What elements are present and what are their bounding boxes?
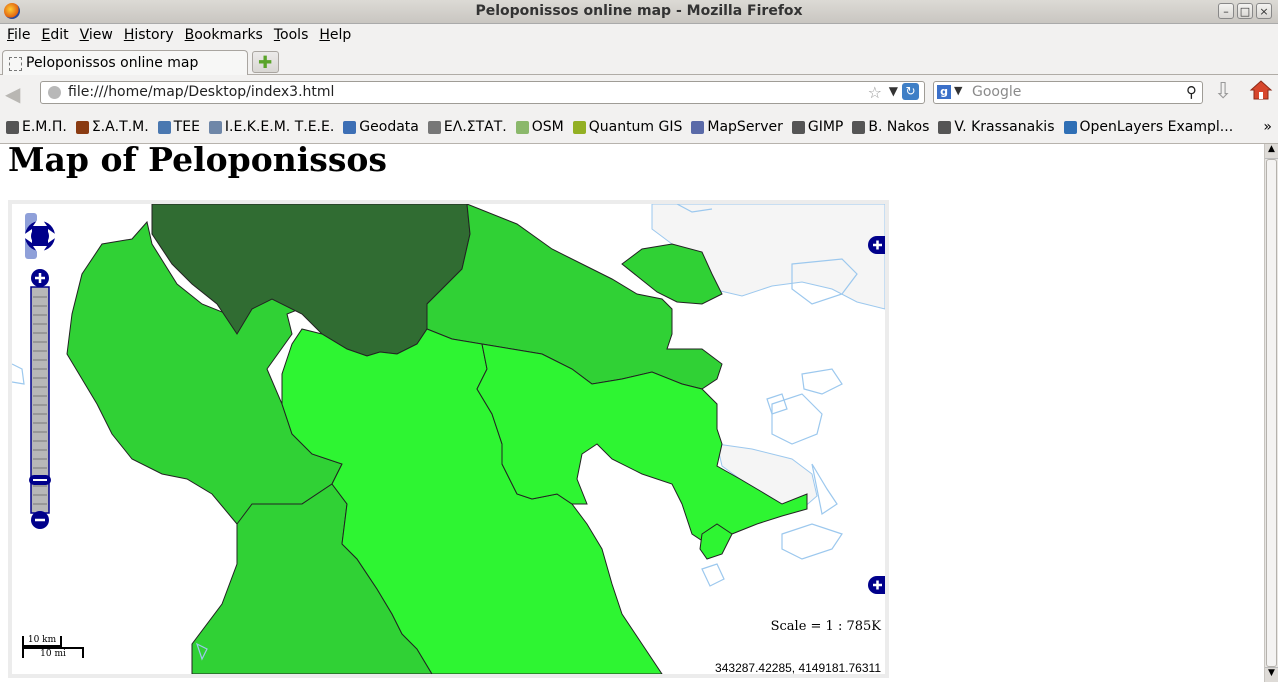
gimp-icon — [791, 120, 805, 134]
pan-zoom-bar[interactable] — [21, 212, 61, 532]
bookmark-item[interactable]: Geodata — [343, 119, 419, 135]
bookmark-label: B. Nakos — [868, 119, 930, 135]
bookmark-item[interactable]: Ι.Ε.Κ.Ε.Μ. Τ.Ε.Ε. — [208, 119, 335, 135]
iekem-icon — [208, 120, 222, 134]
map-scale-text: Scale = 1 : 785K — [770, 619, 881, 634]
scroll-thumb[interactable] — [1266, 159, 1277, 667]
tee-icon — [157, 120, 171, 134]
satm-icon — [75, 120, 89, 134]
window-titlebar: Peloponissos online map - Mozilla Firefo… — [0, 0, 1278, 24]
book-icon — [343, 120, 357, 134]
url-bar[interactable]: file:///home/map/Desktop/index3.html ☆ ▼… — [40, 81, 925, 104]
new-tab-button[interactable]: ✚ — [252, 51, 279, 73]
osm-icon — [515, 120, 529, 134]
url-text[interactable]: file:///home/map/Desktop/index3.html — [68, 84, 334, 100]
bookmark-item[interactable]: ΕΛ.ΣΤΑΤ. — [427, 119, 507, 135]
search-bar[interactable]: g ▼ Google ⚲ — [933, 81, 1203, 104]
url-history-dropdown[interactable]: ▼ — [889, 84, 898, 98]
bookmark-label: Quantum GIS — [588, 119, 683, 135]
bookmark-label: V. Krassanakis — [954, 119, 1055, 135]
bookmark-label: GIMP — [807, 119, 844, 135]
bookmark-label: Ι.Ε.Κ.Ε.Μ. Τ.Ε.Ε. — [224, 119, 335, 135]
bookmark-label: Σ.Α.Τ.Μ. — [91, 119, 149, 135]
bookmark-item[interactable]: Ε.Μ.Π. — [6, 119, 67, 135]
scale-line-mi: 10 mi — [22, 647, 84, 659]
bookmark-item[interactable]: TEE — [157, 119, 200, 135]
zoom-in-button[interactable] — [31, 269, 49, 287]
bookmark-star-icon[interactable]: ☆ — [868, 83, 882, 102]
bookmark-item[interactable]: OpenLayers Exampl... — [1063, 119, 1234, 135]
bookmark-item[interactable]: Quantum GIS — [572, 119, 683, 135]
map-layer[interactable] — [12, 204, 885, 674]
scroll-up-arrow-icon[interactable]: ▲ — [1265, 144, 1278, 159]
star-burst-icon — [427, 120, 441, 134]
bookmark-label: Ε.Μ.Π. — [22, 119, 67, 135]
menu-bookmarks[interactable]: Bookmarks — [180, 24, 269, 48]
layer-switcher-button[interactable] — [868, 236, 886, 254]
bookmark-item[interactable]: GIMP — [791, 119, 844, 135]
plus-icon: ✚ — [258, 53, 273, 73]
menu-view[interactable]: View — [75, 24, 119, 48]
globe-icon — [48, 86, 61, 99]
search-input[interactable]: Google — [972, 84, 1021, 100]
bookmark-label: TEE — [173, 119, 200, 135]
pan-control[interactable] — [22, 213, 58, 259]
search-engine-dropdown[interactable]: ▼ — [954, 84, 962, 97]
bookmark-label: ΕΛ.ΣΤΑΤ. — [443, 119, 507, 135]
tab-peloponissos[interactable]: Peloponissos online map — [2, 50, 248, 75]
bookmark-label: OpenLayers Exampl... — [1079, 119, 1234, 135]
window-title: Peloponissos online map - Mozilla Firefo… — [475, 3, 803, 19]
home-icon[interactable] — [1249, 78, 1273, 102]
menu-tools[interactable]: Tools — [269, 24, 315, 48]
page-content: Map of Peloponissos Scale = 1: 785K 343… — [0, 144, 1264, 682]
downloads-icon[interactable]: ⇩ — [1214, 79, 1232, 104]
mouse-position: 343287.42285, 4149181.76311 — [715, 661, 881, 675]
tab-strip: Peloponissos online map ✚ — [0, 48, 1278, 75]
back-button[interactable]: ◀ — [5, 82, 20, 106]
tab-label: Peloponissos online map — [26, 55, 199, 71]
minimize-button[interactable]: – — [1218, 3, 1234, 19]
google-icon[interactable]: g — [937, 85, 951, 99]
bookmarks-toolbar: Ε.Μ.Π. Σ.Α.Τ.Μ. TEE Ι.Ε.Κ.Ε.Μ. Τ.Ε.Ε. Geodat… — [0, 111, 1278, 144]
vertical-scrollbar[interactable]: ▲ ▼ — [1264, 144, 1278, 682]
overview-map-button[interactable] — [868, 576, 886, 594]
emp-icon — [6, 120, 19, 134]
bookmark-label: Geodata — [359, 119, 419, 135]
qgis-icon — [572, 120, 586, 134]
bookmark-item[interactable]: V. Krassanakis — [938, 119, 1055, 135]
zoom-slider-handle[interactable] — [29, 475, 51, 485]
bookmark-item[interactable]: B. Nakos — [852, 119, 929, 135]
mapserver-icon — [691, 120, 705, 134]
scale-line: 10 km 10 mi — [22, 636, 86, 666]
search-icon[interactable]: ⚲ — [1186, 83, 1197, 101]
navigation-bar: ◀ file:///home/map/Desktop/index3.html ☆… — [0, 75, 1278, 111]
scale-line-km: 10 km — [22, 636, 62, 647]
zoom-out-button[interactable] — [31, 511, 49, 529]
reload-button[interactable]: ↻ — [902, 83, 919, 100]
openlayers-icon — [1063, 120, 1077, 134]
scroll-down-arrow-icon[interactable]: ▼ — [1265, 667, 1278, 682]
krassanakis-icon — [938, 120, 952, 134]
page-title: Map of Peloponissos — [8, 144, 388, 179]
menu-bar: File Edit View History Bookmarks Tools Help — [0, 24, 1278, 48]
menu-edit[interactable]: Edit — [36, 24, 74, 48]
menu-help[interactable]: Help — [314, 24, 357, 48]
menu-file[interactable]: File — [2, 24, 36, 48]
blank-page-icon — [9, 57, 22, 71]
bookmark-item[interactable]: Σ.Α.Τ.Μ. — [75, 119, 149, 135]
menu-history[interactable]: History — [119, 24, 180, 48]
window-controls: – □ × — [1218, 3, 1272, 19]
bookmark-item[interactable]: OSM — [515, 119, 564, 135]
close-button[interactable]: × — [1256, 3, 1272, 19]
bookmark-label: OSM — [531, 119, 564, 135]
nakos-icon — [852, 120, 866, 134]
map-viewport[interactable]: Scale = 1 : 785K 343287.42285, 4149181.7… — [8, 200, 889, 678]
maximize-button[interactable]: □ — [1237, 3, 1253, 19]
bookmark-item[interactable]: MapServer — [691, 119, 783, 135]
bookmarks-overflow-button[interactable]: » — [1263, 119, 1272, 135]
bookmark-label: MapServer — [707, 119, 783, 135]
